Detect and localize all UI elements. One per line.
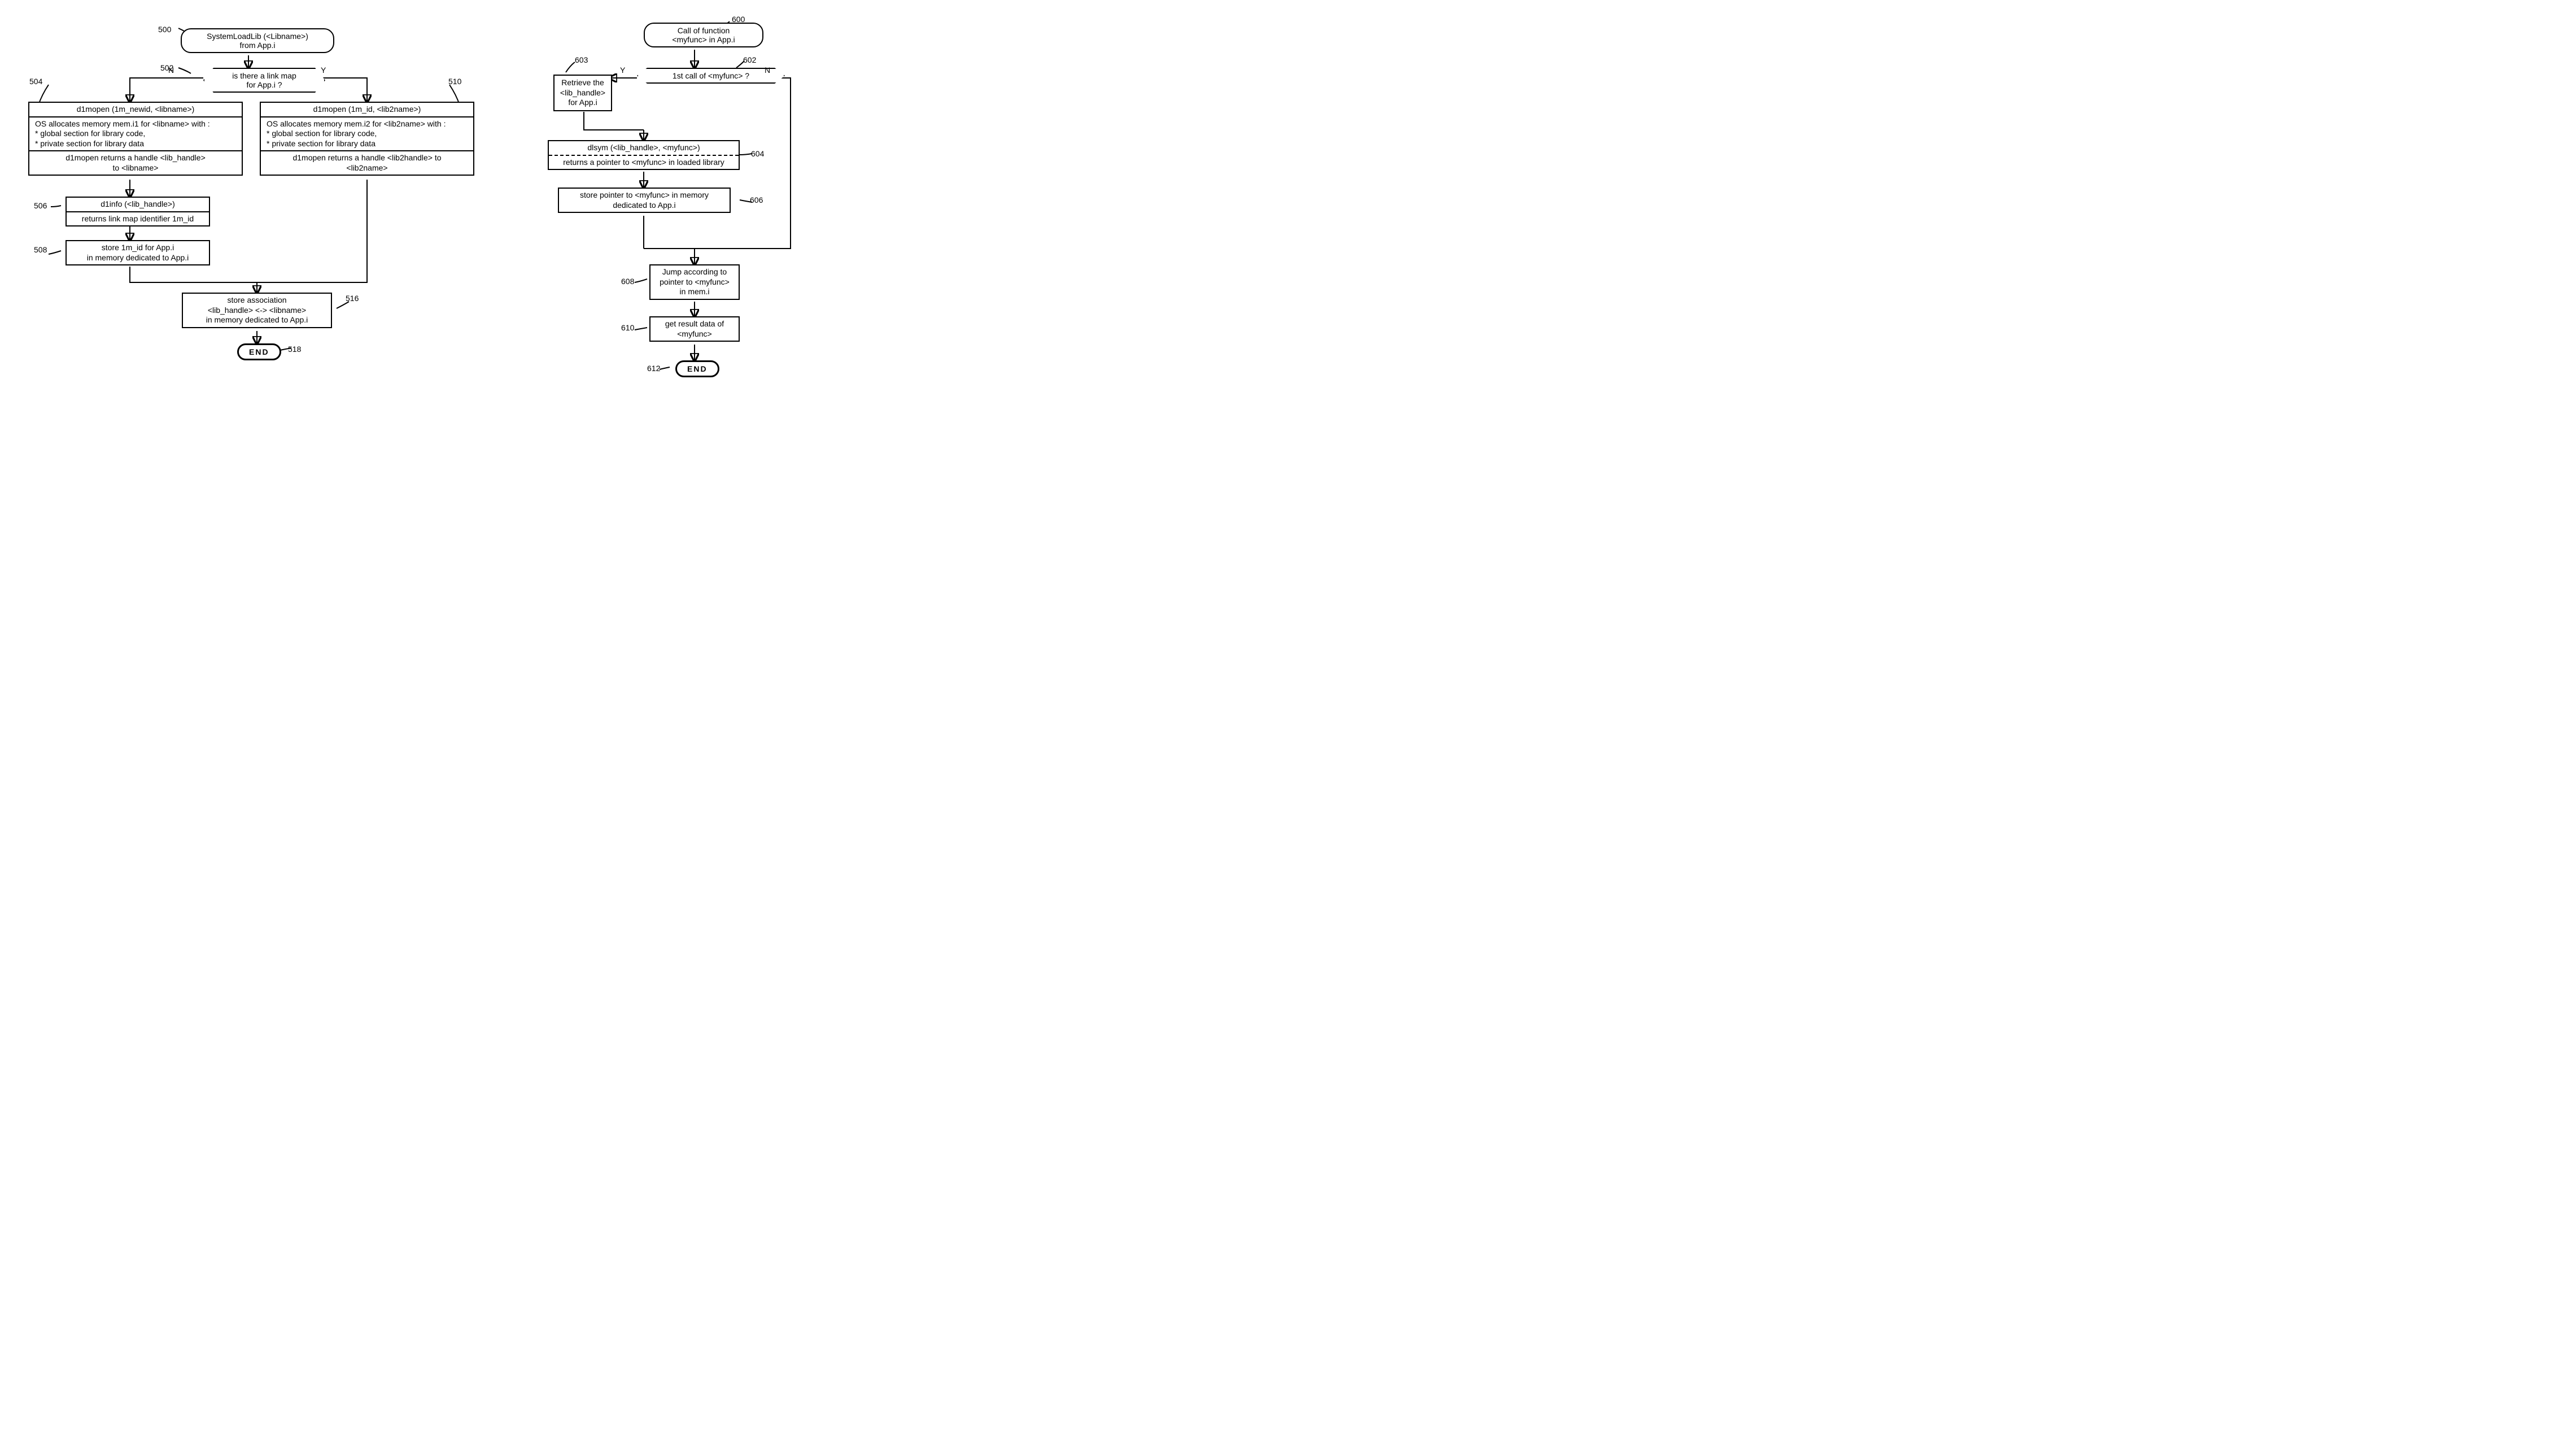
node-508-l1: store 1m_id for App.i [72, 243, 203, 253]
node-502-decision: is there a link map for App.i ? [203, 68, 325, 93]
node-504-footer2: to <libname> [35, 163, 236, 173]
node-504-footer: d1mopen returns a handle <lib_handle> to… [29, 150, 242, 175]
node-500-line2: from App.i [190, 41, 325, 50]
label-508: 508 [34, 245, 47, 254]
node-510-body: OS allocates memory mem.i2 for <lib2name… [261, 116, 473, 151]
node-600-terminator: Call of function <myfunc> in App.i [644, 23, 763, 47]
node-608-body: Jump according to pointer to <myfunc> in… [650, 265, 739, 299]
node-504-body3: * private section for library data [35, 139, 236, 149]
node-510-footer2: <lib2name> [267, 163, 468, 173]
label-608: 608 [621, 277, 634, 286]
node-508-line1: store 1m_id for App.i in memory dedicate… [67, 241, 209, 264]
node-508-process: store 1m_id for App.i in memory dedicate… [66, 240, 210, 265]
node-510-process: d1mopen (1m_id, <lib2name>) OS allocates… [260, 102, 474, 176]
page: SystemLoadLib (<Libname>) from App.i 500… [11, 11, 2565, 441]
node-608-l1: Jump according to [656, 267, 733, 277]
node-510-footer: d1mopen returns a handle <lib2handle> to… [261, 150, 473, 175]
node-510-body3: * private section for library data [267, 139, 468, 149]
node-510-body2: * global section for library code, [267, 129, 468, 139]
node-603-l2: <lib_handle> [558, 88, 608, 98]
node-510-body1: OS allocates memory mem.i2 for <lib2name… [267, 119, 468, 129]
label-510: 510 [448, 77, 461, 86]
node-603-l1: Retrieve the [558, 78, 608, 88]
node-606-l1: store pointer to <myfunc> in memory [565, 190, 724, 201]
label-504: 504 [29, 77, 42, 86]
node-606-process: store pointer to <myfunc> in memory dedi… [558, 188, 731, 213]
node-508-l2: in memory dedicated to App.i [72, 253, 203, 263]
node-516-process: store association <lib_handle> <-> <libn… [182, 293, 332, 328]
node-610-l1: get result data of [656, 319, 733, 329]
node-510-footer1: d1mopen returns a handle <lib2handle> to [267, 153, 468, 163]
node-610-process: get result data of <myfunc> [649, 316, 740, 342]
node-518-end: END [237, 343, 281, 360]
node-608-process: Jump according to pointer to <myfunc> in… [649, 264, 740, 300]
label-506: 506 [34, 201, 47, 210]
node-604-process: dlsym (<lib_handle>, <myfunc>) returns a… [548, 140, 740, 170]
node-506-process: d1info (<lib_handle>) returns link map i… [66, 197, 210, 226]
node-510-header: d1mopen (1m_id, <lib2name>) [261, 103, 473, 116]
node-504-body2: * global section for library code, [35, 129, 236, 139]
node-516-l2: <lib_handle> <-> <libname> [189, 306, 325, 316]
label-610: 610 [621, 323, 634, 332]
node-516-l1: store association [189, 295, 325, 306]
node-516-l3: in memory dedicated to App.i [189, 315, 325, 325]
node-502-line1: is there a link map [219, 71, 309, 80]
node-504-header: d1mopen (1m_newid, <libname>) [29, 103, 242, 116]
node-602-text: 1st call of <myfunc> ? [653, 71, 769, 80]
label-500: 500 [158, 25, 171, 34]
node-606-body: store pointer to <myfunc> in memory dedi… [559, 189, 730, 212]
branch-label-y: Y [321, 66, 326, 75]
branch-label-n-r: N [765, 66, 770, 75]
node-604-body: returns a pointer to <myfunc> in loaded … [549, 156, 739, 169]
label-606: 606 [750, 195, 763, 204]
node-504-footer1: d1mopen returns a handle <lib_handle> [35, 153, 236, 163]
node-606-l2: dedicated to App.i [565, 201, 724, 211]
node-504-process: d1mopen (1m_newid, <libname>) OS allocat… [28, 102, 243, 176]
node-506-body: returns link map identifier 1m_id [67, 211, 209, 226]
node-516-body: store association <lib_handle> <-> <libn… [183, 294, 331, 327]
node-506-header: d1info (<lib_handle>) [67, 198, 209, 211]
label-603: 603 [575, 55, 588, 64]
label-604: 604 [751, 149, 764, 158]
node-602-decision: 1st call of <myfunc> ? [637, 68, 785, 84]
node-500-line1: SystemLoadLib (<Libname>) [190, 32, 325, 41]
label-612: 612 [647, 364, 660, 373]
node-500-terminator: SystemLoadLib (<Libname>) from App.i [181, 28, 334, 53]
label-602: 602 [743, 55, 756, 64]
branch-label-n: N [168, 66, 174, 75]
node-610-l2: <myfunc> [656, 329, 733, 339]
node-600-l1: Call of function [653, 26, 754, 35]
node-603-body: Retrieve the <lib_handle> for App.i [555, 76, 611, 110]
node-604-header: dlsym (<lib_handle>, <myfunc>) [549, 141, 739, 156]
branch-label-y-r: Y [620, 66, 625, 75]
label-516: 516 [346, 294, 359, 303]
label-600: 600 [732, 15, 745, 24]
node-610-body: get result data of <myfunc> [650, 317, 739, 341]
node-502-line2: for App.i ? [219, 80, 309, 89]
node-603-l3: for App.i [558, 98, 608, 108]
node-504-body1: OS allocates memory mem.i1 for <libname>… [35, 119, 236, 129]
right-flowchart: Call of function <myfunc> in App.i 600 1… [531, 11, 824, 441]
node-608-l2: pointer to <myfunc> [656, 277, 733, 287]
node-600-l2: <myfunc> in App.i [653, 35, 754, 44]
left-flowchart: SystemLoadLib (<Libname>) from App.i 500… [11, 11, 486, 407]
node-603-process: Retrieve the <lib_handle> for App.i [553, 75, 612, 111]
node-608-l3: in mem.i [656, 287, 733, 297]
label-518: 518 [288, 345, 301, 354]
node-612-end: END [675, 360, 719, 377]
node-504-body: OS allocates memory mem.i1 for <libname>… [29, 116, 242, 151]
